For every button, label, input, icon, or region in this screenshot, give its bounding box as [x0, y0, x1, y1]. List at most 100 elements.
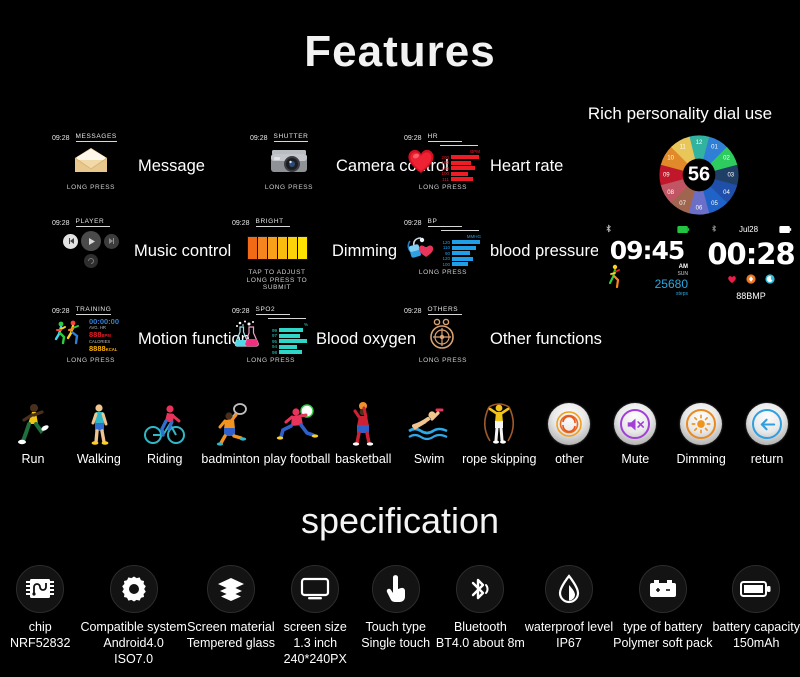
watch-steps: 25680: [654, 277, 688, 291]
previous-track-icon[interactable]: [63, 233, 78, 249]
spec-label: chip: [28, 620, 52, 634]
sport-mode-dimming[interactable]: Dimming: [668, 398, 734, 466]
card-time: 09:28: [52, 135, 70, 142]
card-body: % 99 97 95 94 98: [232, 315, 310, 357]
play-button-icon[interactable]: [81, 231, 101, 251]
card-body: [52, 142, 130, 184]
card-body: [404, 315, 482, 357]
card-body: [232, 227, 322, 269]
feature-label: Dimming: [332, 241, 398, 260]
card-time: 09:28: [404, 220, 422, 227]
watch-time: 00:28: [707, 237, 795, 271]
chart-unit: %: [303, 321, 308, 327]
feature-dimming: 09:28 BRIGHT TAP TO ADJUST LONG PRESS TO…: [232, 215, 398, 291]
blood-oxygen-chart: % 99 97 95 94 98: [268, 318, 308, 355]
feature-label: Music control: [134, 241, 232, 260]
runners-icon: [52, 317, 86, 356]
chart-bar-row: 110: [441, 245, 481, 250]
sport-mode-return[interactable]: return: [734, 398, 800, 466]
feature-other-functions: 09:28 OTHERS LONG PRESS Other functions: [404, 303, 602, 375]
sport-mode-other[interactable]: other: [536, 398, 602, 466]
sport-modes-row: Run Walking Riding badminton play footba…: [0, 398, 800, 466]
product-feature-page: Features Rich personality dial use speci…: [0, 0, 800, 677]
feature-card: 09:28 OTHERS LONG PRESS: [404, 303, 482, 375]
spec-value-2: ISO7.0: [114, 652, 154, 666]
card-statusbar: 09:28 SPO2: [232, 303, 310, 315]
card-mode: SHUTTER: [273, 133, 309, 142]
spec-label: Bluetooth: [453, 620, 507, 634]
card-mode: OTHERS: [427, 306, 462, 315]
spec-value: IP67: [556, 636, 582, 650]
repeat-icon[interactable]: [84, 254, 98, 268]
card-body: MMHG 120 110 90 120 100: [404, 227, 482, 269]
feature-card: 09:28 BRIGHT TAP TO ADJUST LONG PRESS TO…: [232, 215, 322, 291]
blood-pressure-icon: [405, 232, 437, 265]
spec-label: type of battery: [623, 620, 703, 634]
sport-mode-mute[interactable]: Mute: [602, 398, 668, 466]
bar-value: 99: [271, 327, 277, 333]
sun-brightness-icon[interactable]: [680, 403, 723, 445]
back-arrow-icon[interactable]: [746, 403, 789, 445]
bar-value: 111: [442, 176, 449, 182]
feature-blood-pressure: 09:28 BP MMHG 120 110 90 120 100 LONG PR…: [404, 215, 599, 287]
chart-bar-row: 90: [441, 251, 481, 256]
brightness-bar-icon[interactable]: [246, 236, 308, 260]
sport-mode-basketball[interactable]: basketball: [330, 398, 396, 466]
card-time: 09:28: [52, 308, 70, 315]
dial-hour-11: 11: [680, 144, 687, 150]
card-time: 09:28: [52, 220, 70, 227]
spec-screen-size: screen size 1.3 inch 240*240PX: [275, 565, 355, 667]
spec-value: Android4.0: [103, 636, 164, 650]
spec-touch-type: Touch type Single touch: [355, 565, 435, 667]
sport-mode-swim[interactable]: Swim: [396, 398, 462, 466]
sport-mode-badminton[interactable]: badminton: [198, 398, 264, 466]
heart-icon: [406, 147, 436, 180]
chart-bar-row: 95: [268, 339, 308, 344]
card-statusbar: 09:28 BP: [404, 215, 482, 227]
mute-icon[interactable]: [614, 403, 657, 445]
calories-unit: KCAL: [105, 346, 118, 352]
watch-time: 09:45: [609, 236, 686, 265]
layers-icon: [206, 565, 255, 613]
feature-heart-rate: 09:28 HR BPM 200 180 150 100 111 LONG PR…: [404, 130, 563, 202]
spec-label: Screen material: [187, 620, 275, 634]
next-track-icon[interactable]: [104, 233, 119, 249]
car-battery-icon: [638, 565, 687, 613]
card-time: 09:28: [232, 308, 250, 315]
feature-card: 09:28 TRAINING 00:00:00 AVG. HR 888BPM C…: [52, 303, 130, 375]
cycling-icon: [143, 398, 187, 450]
bar-value: 150: [441, 165, 449, 171]
touch-icon: [371, 565, 420, 613]
bluetooth-icon: [710, 220, 718, 238]
card-time: 09:28: [404, 135, 422, 142]
card-statusbar: 09:28 SHUTTER: [250, 130, 328, 142]
other-circle-icon[interactable]: [548, 403, 591, 445]
sport-mode-label: Swim: [413, 452, 445, 466]
spec-value: Tempered glass: [186, 636, 275, 650]
bar-value: 97: [271, 333, 277, 338]
card-time: 09:28: [232, 220, 250, 227]
sport-mode-play-football[interactable]: play football: [264, 398, 330, 466]
watch-face-bpm: Jul28 00:28 88BMP: [702, 218, 800, 301]
bar-value: 110: [442, 245, 450, 250]
sport-mode-riding[interactable]: Riding: [132, 398, 198, 466]
flask-icon: [232, 319, 264, 354]
card-hint: LONG PRESS: [418, 269, 468, 276]
monitor-icon: [291, 565, 340, 613]
chart-bar-row: 120: [441, 256, 481, 261]
hint-line-2: LONG PRESS TO SUBMIT: [246, 276, 308, 292]
walking-icon: [80, 398, 118, 450]
chart-bar-row: 98: [268, 350, 308, 355]
card-mode: BRIGHT: [255, 218, 290, 227]
sport-mode-walking[interactable]: Walking: [66, 398, 132, 466]
sport-mode-rope-skipping[interactable]: rope skipping: [462, 398, 536, 466]
compass-icon: [426, 317, 460, 356]
card-body: [52, 227, 130, 269]
sport-mode-label: Dimming: [676, 452, 726, 466]
sport-mode-run[interactable]: Run: [0, 398, 66, 466]
spec-label: Compatible system: [80, 620, 187, 634]
chart-bar-row: 200: [440, 155, 480, 160]
watch-face-color-dial: 12 01 02 03 04 05 06 07 08 09 10 11 56: [656, 132, 742, 218]
spec-label: screen size: [283, 620, 347, 634]
hint-line-1: TAP TO ADJUST: [248, 269, 306, 276]
